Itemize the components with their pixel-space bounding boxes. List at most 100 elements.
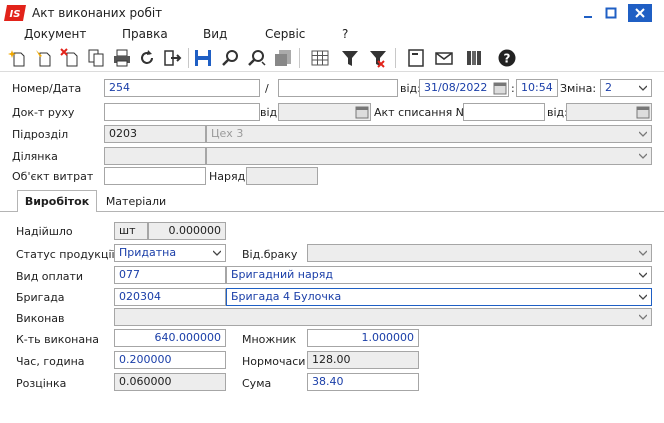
maximize-button[interactable] (601, 4, 621, 22)
movement-doc-field[interactable] (104, 103, 260, 121)
division-name-value: Цех 3 (211, 127, 244, 140)
payment-code-field[interactable]: 077 (114, 266, 226, 284)
refresh-icon (141, 50, 153, 64)
document-form-icon (408, 49, 424, 67)
new-button[interactable] (6, 46, 30, 70)
exit-icon (164, 50, 182, 66)
division-name-select[interactable]: Цех 3 (206, 125, 652, 143)
number-date-label: Номер/Дата (12, 82, 82, 95)
print-icon (114, 49, 130, 67)
new-document-icon (8, 50, 25, 67)
copy-button[interactable] (84, 46, 108, 70)
defect-select[interactable] (307, 244, 652, 262)
date-field[interactable]: 31/08/2022 (419, 79, 509, 97)
mail-icon (435, 52, 453, 65)
mail-button[interactable] (432, 46, 456, 70)
edit-button[interactable] (32, 46, 56, 70)
section-name-select[interactable] (206, 147, 652, 165)
number-field[interactable]: 254 (104, 79, 260, 97)
sum-field[interactable]: 38.40 (307, 373, 419, 391)
tab-output[interactable]: Виробіток (17, 190, 97, 212)
brigade-name-value: Бригада 4 Булочка (231, 290, 342, 303)
tab-materials[interactable]: Матеріали (100, 190, 172, 212)
minimize-icon (584, 16, 592, 18)
rate-field: 0.060000 (114, 373, 226, 391)
time-field[interactable]: 10:54 (516, 79, 558, 97)
document-form-button[interactable] (404, 46, 428, 70)
number-suffix-field[interactable] (278, 79, 398, 97)
maximize-icon (605, 7, 617, 19)
search-button[interactable] (219, 46, 243, 70)
writeoff-label: Акт списання № (374, 106, 468, 119)
clear-filter-button[interactable] (366, 46, 390, 70)
time-hours-field[interactable]: 0.200000 (114, 351, 226, 369)
svg-text:IS: IS (10, 9, 21, 20)
chevron-down-icon (639, 250, 647, 256)
edit-document-icon (36, 50, 51, 67)
clear-filter-icon (370, 51, 386, 68)
filter-icon (342, 51, 358, 66)
status-label: Статус продукції (16, 248, 115, 261)
search-next-icon (248, 50, 266, 66)
exit-button[interactable] (160, 46, 184, 70)
sum-label: Сума (242, 377, 272, 390)
payment-label: Вид оплати (16, 270, 84, 283)
close-button[interactable] (628, 4, 652, 22)
received-unit: шт (114, 222, 148, 240)
app-logo-icon: IS (4, 3, 28, 23)
minimize-button[interactable] (578, 4, 598, 22)
search-icon (222, 50, 238, 66)
menu-edit[interactable]: Правка (122, 27, 168, 41)
shift-select[interactable]: 2 (600, 79, 652, 97)
division-label: Підрозділ (12, 128, 69, 141)
payment-name-select[interactable]: Бригадний наряд (226, 266, 652, 284)
status-select[interactable]: Придатна (114, 244, 226, 262)
writeoff-date-field[interactable] (566, 103, 652, 121)
chevron-down-icon (213, 250, 221, 256)
performer-select[interactable] (114, 308, 652, 326)
section-label: Ділянка (12, 150, 58, 163)
movement-date-field[interactable] (278, 103, 371, 121)
close-icon (635, 8, 645, 18)
cost-object-label: Об'єкт витрат (12, 170, 94, 183)
table-button[interactable] (308, 46, 332, 70)
chevron-down-icon (639, 272, 647, 278)
chevron-down-icon (639, 314, 647, 320)
payment-name-value: Бригадний наряд (231, 268, 333, 281)
norm-hours-field: 128.00 (307, 351, 419, 369)
menu-help[interactable]: ? (342, 27, 348, 41)
multiplier-label: Множник (242, 333, 297, 346)
chevron-down-icon (639, 131, 647, 137)
menu-service[interactable]: Сервіс (265, 27, 305, 41)
calendar-icon[interactable] (493, 81, 507, 95)
brigade-code-field[interactable]: 020304 (114, 288, 226, 306)
norm-hours-label: Нормочаси (242, 355, 306, 368)
calculate-icon (275, 50, 291, 66)
division-code-field[interactable]: 0203 (104, 125, 206, 143)
calendar-icon[interactable] (355, 105, 369, 119)
print-button[interactable] (110, 46, 134, 70)
filter-button[interactable] (338, 46, 362, 70)
done-qty-field[interactable]: 640.000000 (114, 329, 226, 347)
cost-object-field[interactable] (104, 167, 206, 185)
menu-document[interactable]: Документ (24, 27, 86, 41)
help-button[interactable]: ? (495, 46, 519, 70)
writeoff-field[interactable] (463, 103, 545, 121)
archive-button[interactable] (462, 46, 486, 70)
movement-doc-label: Док-т руху (12, 106, 75, 119)
save-button[interactable] (191, 46, 215, 70)
brigade-name-select[interactable]: Бригада 4 Булочка (226, 288, 652, 306)
toolbar-separator (395, 48, 396, 68)
multiplier-field[interactable]: 1.000000 (307, 329, 419, 347)
delete-button[interactable] (58, 46, 82, 70)
calendar-icon[interactable] (636, 105, 650, 119)
order-field[interactable] (246, 167, 318, 185)
section-code-field[interactable] (104, 147, 206, 165)
search-next-button[interactable] (245, 46, 269, 70)
toolbar-separator (299, 48, 300, 68)
toolbar-separator (188, 48, 189, 68)
calculate-button[interactable] (271, 46, 295, 70)
menu-view[interactable]: Вид (203, 27, 227, 41)
refresh-button[interactable] (135, 46, 159, 70)
delete-document-icon (60, 48, 78, 67)
